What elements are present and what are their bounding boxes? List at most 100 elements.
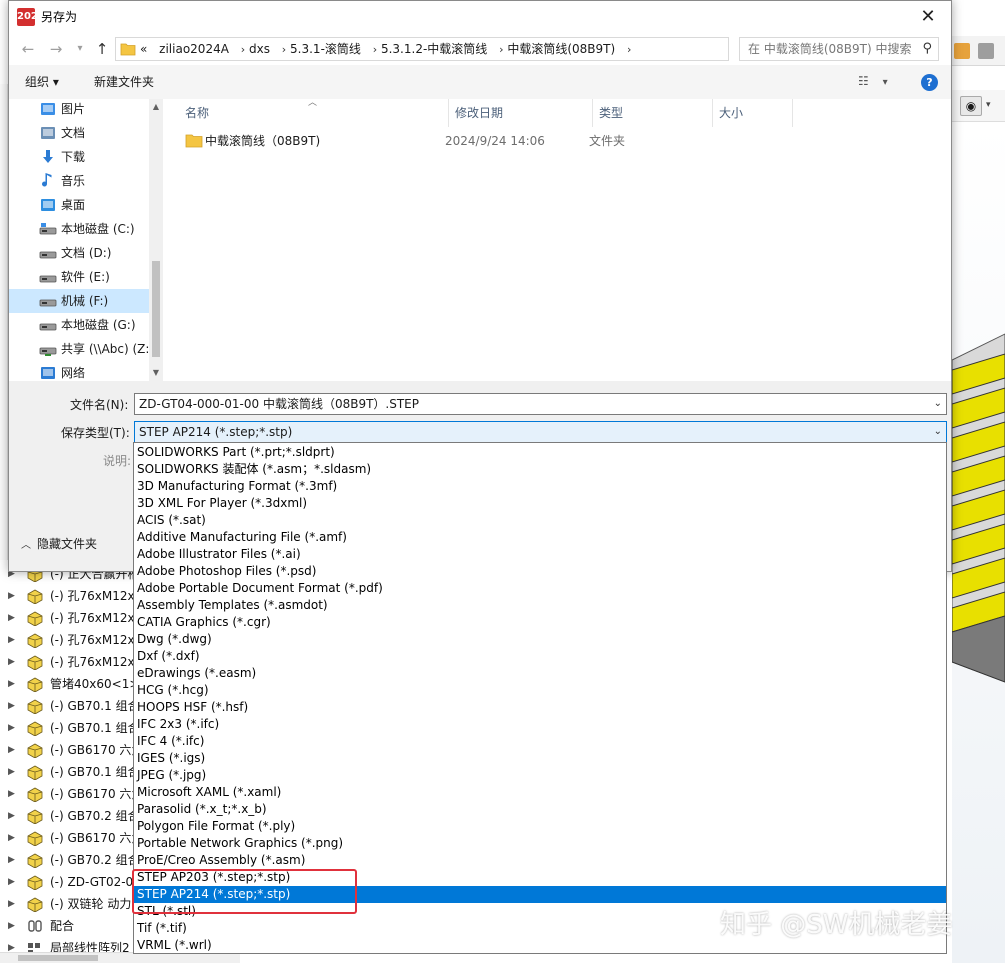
- sidebar-item[interactable]: 音乐: [9, 169, 149, 193]
- savetype-option[interactable]: ProE/Creo Assembly (*.asm): [134, 852, 946, 869]
- savetype-option[interactable]: Dxf (*.dxf): [134, 648, 946, 665]
- chevron-right-icon[interactable]: ›: [241, 43, 245, 56]
- sidebar-item[interactable]: 共享 (\\Abc) (Z:: [9, 337, 149, 361]
- sidebar-item[interactable]: 桌面: [9, 193, 149, 217]
- sidebar-item[interactable]: 本地磁盘 (C:): [9, 217, 149, 241]
- breadcrumb-overflow[interactable]: «: [140, 42, 147, 56]
- chevron-right-icon[interactable]: ›: [499, 43, 503, 56]
- navigation-scrollbar[interactable]: ▲ ▼: [149, 99, 163, 381]
- savetype-option[interactable]: Dwg (*.dwg): [134, 631, 946, 648]
- new-folder-button[interactable]: 新建文件夹: [94, 65, 154, 99]
- breadcrumb-item[interactable]: 5.3.1-滚筒线: [290, 42, 361, 56]
- tree-item[interactable]: ▶ (-) GB70.1 组合: [0, 695, 140, 717]
- tree-item[interactable]: ▶ (-) GB70.1 组合: [0, 761, 140, 783]
- tree-item[interactable]: ▶ (-) GB70.1 组合: [0, 717, 140, 739]
- search-input[interactable]: 在 中载滚筒线(08B9T) 中搜索 ⚲: [739, 37, 939, 61]
- savetype-option[interactable]: Adobe Portable Document Format (*.pdf): [134, 580, 946, 597]
- expand-arrow-icon[interactable]: ▶: [8, 717, 15, 739]
- breadcrumb-item[interactable]: dxs: [249, 42, 270, 56]
- view-orientation-icon[interactable]: ◉: [960, 96, 982, 116]
- breadcrumb-item[interactable]: 中载滚筒线(08B9T): [507, 42, 615, 56]
- savetype-option[interactable]: CATIA Graphics (*.cgr): [134, 614, 946, 631]
- back-arrow-icon[interactable]: ←: [17, 38, 39, 60]
- close-button[interactable]: ✕: [905, 1, 951, 33]
- tree-item[interactable]: ▶ (-) 孔76xM12x: [0, 585, 140, 607]
- expand-arrow-icon[interactable]: ▶: [8, 585, 15, 607]
- savetype-option[interactable]: ACIS (*.sat): [134, 512, 946, 529]
- expand-arrow-icon[interactable]: ▶: [8, 673, 15, 695]
- savetype-option[interactable]: IFC 4 (*.ifc): [134, 733, 946, 750]
- toolbar-tool-icon[interactable]: [954, 43, 970, 59]
- recent-chevron-icon[interactable]: ▾: [69, 38, 91, 60]
- column-header-type[interactable]: 类型: [593, 99, 713, 127]
- savetype-option[interactable]: Adobe Illustrator Files (*.ai): [134, 546, 946, 563]
- chevron-down-icon[interactable]: ⌄: [934, 394, 942, 414]
- forward-arrow-icon[interactable]: →: [45, 38, 67, 60]
- tree-item[interactable]: ▶ 管堵40x60<1>: [0, 673, 140, 695]
- savetype-option[interactable]: eDrawings (*.easm): [134, 665, 946, 682]
- chevron-right-icon[interactable]: ›: [373, 43, 377, 56]
- sidebar-item[interactable]: 文档 (D:): [9, 241, 149, 265]
- savetype-option[interactable]: Adobe Photoshop Files (*.psd): [134, 563, 946, 580]
- expand-arrow-icon[interactable]: ▶: [8, 849, 15, 871]
- sidebar-item[interactable]: 机械 (F:): [9, 289, 149, 313]
- 3d-viewport[interactable]: [952, 122, 1005, 963]
- expand-arrow-icon[interactable]: ▶: [8, 695, 15, 717]
- tree-item[interactable]: ▶ (-) 孔76xM12x: [0, 651, 140, 673]
- tree-item[interactable]: ▶ (-) GB70.2 组合: [0, 805, 140, 827]
- savetype-option[interactable]: SOLIDWORKS Part (*.prt;*.sldprt): [134, 444, 946, 461]
- filename-field[interactable]: ZD-GT04-000-01-00 中载滚筒线（08B9T）.STEP ⌄: [134, 393, 947, 415]
- organize-menu-button[interactable]: 组织 ▾: [25, 65, 59, 99]
- tree-item[interactable]: ▶ (-) GB6170 六角: [0, 739, 140, 761]
- sidebar-item[interactable]: 网络: [9, 361, 149, 381]
- hide-folders-button[interactable]: ︿ 隐藏文件夹: [21, 535, 97, 552]
- breadcrumb-item[interactable]: 5.3.1.2-中载滚筒线: [381, 42, 487, 56]
- scroll-down-icon[interactable]: ▼: [149, 365, 163, 381]
- savetype-option[interactable]: Polygon File Format (*.ply): [134, 818, 946, 835]
- savetype-option[interactable]: Assembly Templates (*.asmdot): [134, 597, 946, 614]
- chevron-right-icon[interactable]: ›: [282, 43, 286, 56]
- expand-arrow-icon[interactable]: ▶: [8, 607, 15, 629]
- expand-arrow-icon[interactable]: ▶: [8, 761, 15, 783]
- savetype-option[interactable]: IFC 2x3 (*.ifc): [134, 716, 946, 733]
- scroll-up-icon[interactable]: ▲: [149, 99, 163, 115]
- tree-item[interactable]: ▶ (-) 双链轮 动力: [0, 893, 140, 915]
- sidebar-item[interactable]: 软件 (E:): [9, 265, 149, 289]
- expand-arrow-icon[interactable]: ▶: [8, 629, 15, 651]
- column-header-date[interactable]: 修改日期: [449, 99, 593, 127]
- chevron-down-icon[interactable]: ⌄: [934, 422, 942, 442]
- toolbar-tool-icon[interactable]: [978, 43, 994, 59]
- sidebar-item[interactable]: 图片: [9, 99, 149, 121]
- expand-arrow-icon[interactable]: ▶: [8, 871, 15, 893]
- savetype-option[interactable]: IGES (*.igs): [134, 750, 946, 767]
- expand-arrow-icon[interactable]: ▶: [8, 805, 15, 827]
- savetype-option[interactable]: JPEG (*.jpg): [134, 767, 946, 784]
- savetype-select[interactable]: STEP AP214 (*.step;*.stp) ⌄: [134, 421, 947, 443]
- sidebar-item[interactable]: 本地磁盘 (G:): [9, 313, 149, 337]
- sidebar-item[interactable]: 下载: [9, 145, 149, 169]
- search-icon[interactable]: ⚲: [922, 38, 932, 60]
- expand-arrow-icon[interactable]: ▶: [8, 739, 15, 761]
- address-bar[interactable]: « ziliao2024A › dxs › 5.3.1-滚筒线 › 5.3.1.…: [115, 37, 829, 61]
- tree-item[interactable]: ▶ (-) 孔76xM12x: [0, 607, 140, 629]
- savetype-option[interactable]: Parasolid (*.x_t;*.x_b): [134, 801, 946, 818]
- savetype-option[interactable]: Microsoft XAML (*.xaml): [134, 784, 946, 801]
- tree-item[interactable]: ▶ (-) GB70.2 组合: [0, 849, 140, 871]
- expand-arrow-icon[interactable]: ▶: [8, 915, 15, 937]
- savetype-option[interactable]: SOLIDWORKS 装配体 (*.asm；*.sldasm): [134, 461, 946, 478]
- sidebar-item[interactable]: 文档: [9, 121, 149, 145]
- expand-arrow-icon[interactable]: ▶: [8, 783, 15, 805]
- scrollbar-thumb[interactable]: [152, 261, 160, 357]
- file-row[interactable]: 中载滚筒线（08B9T) 2024/9/24 14:06 文件夹: [173, 129, 773, 153]
- view-options-button[interactable]: ☷ ▾: [858, 74, 898, 90]
- breadcrumb-item[interactable]: ziliao2024A: [159, 42, 229, 56]
- savetype-option[interactable]: HCG (*.hcg): [134, 682, 946, 699]
- tree-item[interactable]: ▶ (-) 孔76xM12x: [0, 629, 140, 651]
- expand-arrow-icon[interactable]: ▶: [8, 651, 15, 673]
- up-arrow-icon[interactable]: ↑: [91, 38, 113, 60]
- tree-item[interactable]: ▶ (-) GB6170 六角: [0, 827, 140, 849]
- chevron-right-icon[interactable]: ›: [627, 43, 631, 56]
- tree-item[interactable]: ▶ 配合: [0, 915, 140, 937]
- chevron-down-icon[interactable]: ▾: [986, 100, 991, 110]
- savetype-option[interactable]: 3D XML For Player (*.3dxml): [134, 495, 946, 512]
